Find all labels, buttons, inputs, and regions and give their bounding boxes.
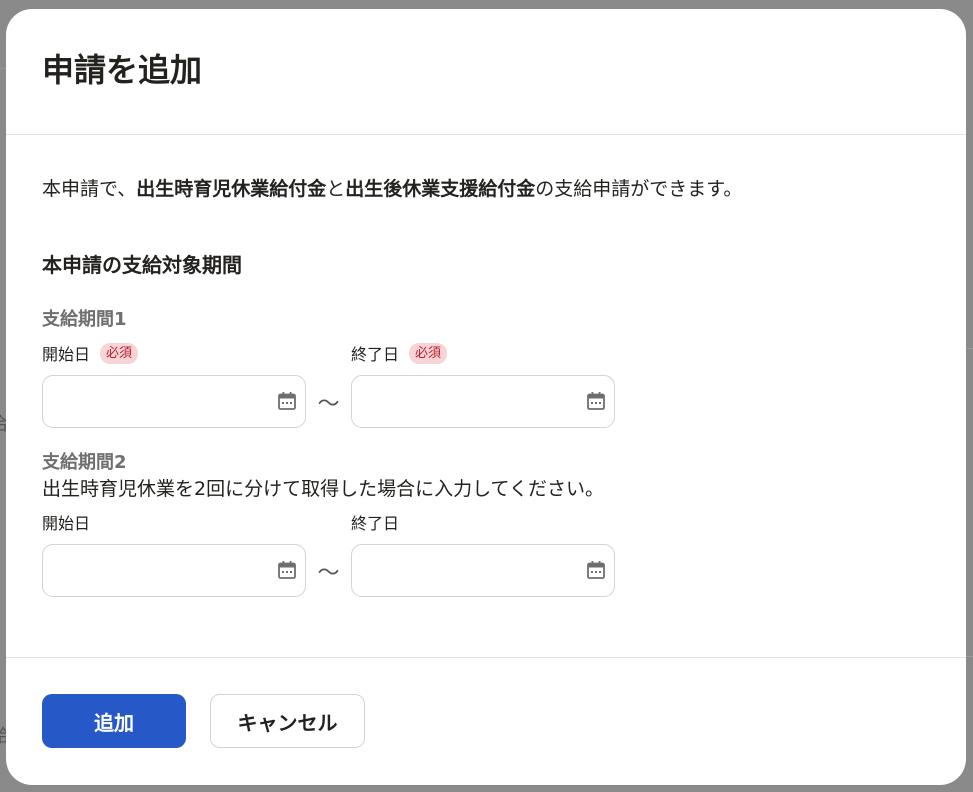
dialog-header: 申請を追加 [6, 9, 966, 135]
calendar-icon[interactable] [586, 391, 606, 411]
start-date-label: 開始日 [42, 514, 91, 533]
period-2-group: 支給期間2 出生時育児休業を2回に分けて取得した場合に入力してください。 開始日… [42, 450, 930, 597]
calendar-icon[interactable] [586, 560, 606, 580]
period-1-group: 支給期間1 開始日 必須 終了日 必須 〜 [42, 307, 930, 428]
description-prefix: 本申請で、 [42, 178, 137, 200]
description-benefit-1: 出生時育児休業給付金 [136, 178, 327, 200]
calendar-icon[interactable] [277, 391, 297, 411]
cancel-button[interactable]: キャンセル [210, 694, 365, 748]
period-2-label: 支給期間2 [42, 452, 127, 473]
period-1-field-labels: 開始日 必須 終了日 必須 [42, 340, 930, 366]
description-benefit-2: 出生後休業支援給付金 [345, 178, 536, 200]
period-1-end-date-input[interactable] [351, 375, 615, 428]
section-title: 本申請の支給対象期間 [42, 253, 242, 277]
date-range-separator: 〜 [317, 391, 340, 417]
dialog-description: 本申請で、出生時育児休業給付金と出生後休業支援給付金の支給申請ができます。 [42, 175, 930, 203]
background-divider [966, 656, 973, 657]
period-2-note: 出生時育児休業を2回に分けて取得した場合に入力してください。 [42, 478, 604, 500]
period-1-end-label: 終了日 必須 [351, 341, 448, 365]
period-2-date-row: 〜 [42, 544, 930, 597]
end-date-label: 終了日 [351, 514, 400, 533]
dialog-body: 本申請で、出生時育児休業給付金と出生後休業支援給付金の支給申請ができます。 本申… [6, 135, 966, 658]
required-badge: 必須 [100, 342, 139, 364]
add-application-dialog: 申請を追加 本申請で、出生時育児休業給付金と出生後休業支援給付金の支給申請ができ… [6, 9, 966, 785]
start-date-label: 開始日 [42, 345, 91, 364]
calendar-icon[interactable] [277, 560, 297, 580]
period-2-start-label: 開始日 [42, 510, 351, 534]
period-1-start-date-input[interactable] [42, 375, 306, 428]
date-range-separator: 〜 [317, 560, 340, 586]
period-1-date-row: 〜 [42, 375, 930, 428]
add-button[interactable]: 追加 [42, 694, 186, 748]
dialog-title: 申請を追加 [42, 51, 203, 89]
period-2-end-date-input[interactable] [351, 544, 615, 597]
dialog-footer: 追加 キャンセル [6, 658, 966, 748]
period-1-label: 支給期間1 [42, 309, 127, 330]
description-joiner: と [326, 178, 346, 200]
description-suffix: の支給申請ができます。 [535, 178, 743, 200]
period-2-field-labels: 開始日 終了日 [42, 509, 930, 535]
period-1-start-label: 開始日 必須 [42, 341, 351, 365]
end-date-label: 終了日 [351, 345, 400, 364]
required-badge: 必須 [409, 342, 448, 364]
period-2-start-date-input[interactable] [42, 544, 306, 597]
background-divider [966, 348, 973, 349]
period-2-end-label: 終了日 [351, 510, 399, 534]
